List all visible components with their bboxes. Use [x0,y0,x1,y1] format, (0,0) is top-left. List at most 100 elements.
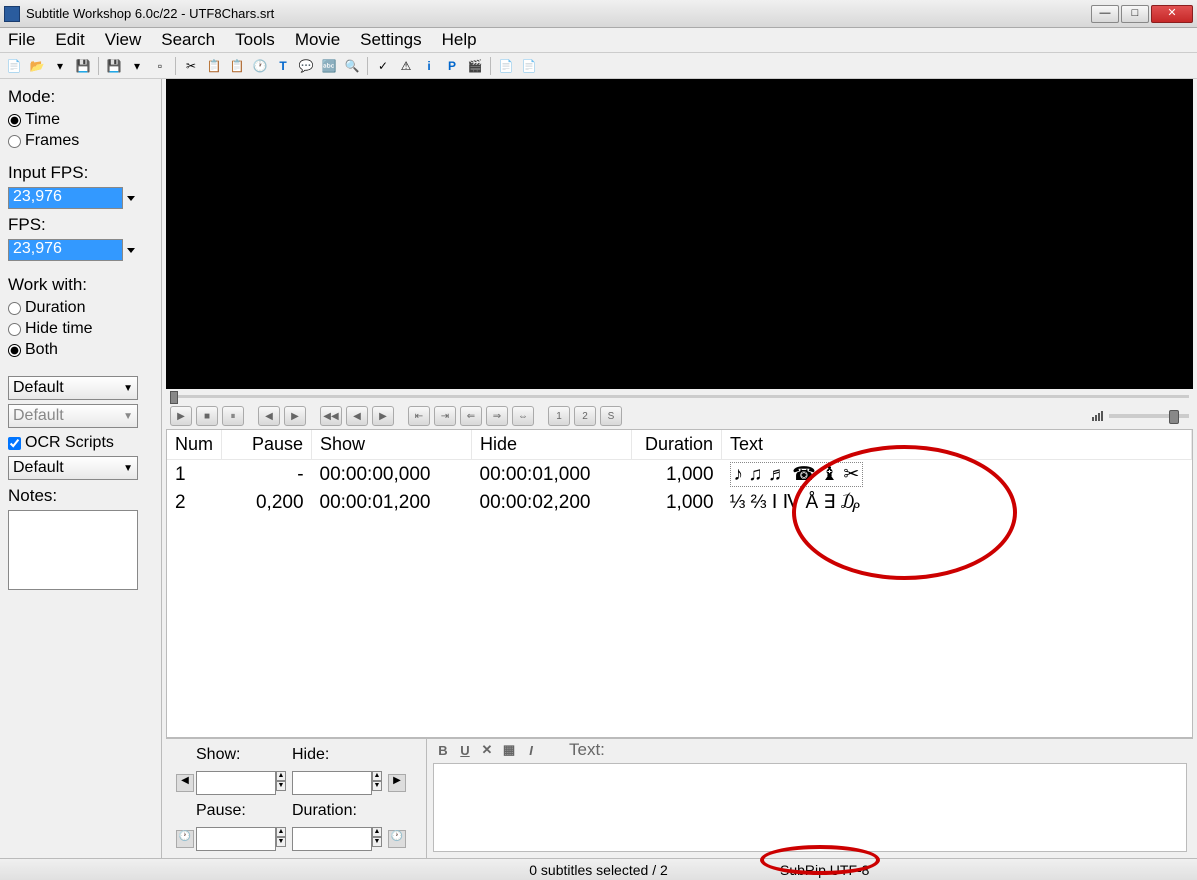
stop-button[interactable]: ■ [196,406,218,426]
col-pause[interactable]: Pause [222,430,312,460]
table-row[interactable]: 1 - 00:00:00,000 00:00:01,000 1,000 ♪ ♫ … [167,460,1192,490]
doc-icon[interactable]: ▫ [150,56,170,76]
pause-button[interactable]: ⏸ [222,406,244,426]
warning-icon[interactable]: ⚠ [396,56,416,76]
hide-spinner[interactable]: ▲▼ [372,771,382,795]
minimize-button[interactable]: — [1091,5,1119,23]
mode-time-radio[interactable]: Time [8,111,153,129]
prev-sub-button[interactable]: ◀ [176,774,194,792]
forward-button[interactable]: ▶ [372,406,394,426]
window-buttons: — □ ✕ [1091,5,1193,23]
video-preview[interactable] [166,79,1193,389]
ocr-combo[interactable]: Default▼ [8,456,138,480]
underline-button[interactable]: U [457,743,473,758]
show-spinner[interactable]: ▲▼ [276,771,286,795]
rewind-button[interactable]: ◀◀ [320,406,342,426]
search-icon[interactable]: 🔍 [342,56,362,76]
paste-icon[interactable]: 📋 [227,56,247,76]
hide-input[interactable] [292,771,372,795]
dropdown-icon[interactable]: ▾ [50,56,70,76]
jump-next-button[interactable]: ⇒ [486,406,508,426]
menu-settings[interactable]: Settings [360,30,421,50]
col-duration[interactable]: Duration [632,430,722,460]
duration-input[interactable] [292,827,372,851]
doc-icon[interactable]: 📄 [519,56,539,76]
dropdown-icon[interactable] [127,196,135,201]
ocr-scripts-checkbox[interactable]: OCR Scripts [8,434,153,452]
dropdown-icon[interactable] [127,248,135,253]
menu-file[interactable]: File [8,30,35,50]
next-sub-button[interactable]: ▶ [388,774,406,792]
subtitle-text-input[interactable] [433,763,1187,852]
bold-button[interactable]: B [435,743,451,758]
cell-num: 2 [167,489,222,516]
col-text[interactable]: Text [722,430,1192,460]
spellcheck-icon[interactable]: ✓ [373,56,393,76]
table-row[interactable]: 2 0,200 00:00:01,200 00:00:02,200 1,000 … [167,489,1192,516]
cell-text: ♪ ♫ ♬ ☎ ♝ ✂ [722,460,1192,490]
subtitle-grid[interactable]: Num Pause Show Hide Duration Text 1 - 00… [166,429,1193,738]
status-format: SubRip UTF-8 [780,862,869,878]
fps-field[interactable]: 23,976 [8,239,123,261]
color-button[interactable]: ▦ [501,742,517,758]
menu-edit[interactable]: Edit [55,30,84,50]
maximize-button[interactable]: □ [1121,5,1149,23]
prev-frame-button[interactable]: ◀ [258,406,280,426]
mode-frames-radio[interactable]: Frames [8,132,153,150]
pascal-icon[interactable]: P [442,56,462,76]
menu-movie[interactable]: Movie [295,30,340,50]
save-as-icon[interactable]: 💾 [104,56,124,76]
jump-prev-button[interactable]: ⇐ [460,406,482,426]
timeline-track[interactable] [170,395,1189,398]
input-fps-field[interactable]: 23,976 [8,187,123,209]
sync-button[interactable]: ⇔ [512,406,534,426]
combo-value: Default [13,379,64,397]
col-num[interactable]: Num [167,430,222,460]
menu-view[interactable]: View [105,30,142,50]
pause-input[interactable] [196,827,276,851]
info-icon[interactable]: i [419,56,439,76]
cut-icon[interactable]: ✂ [181,56,201,76]
set-1-button[interactable]: 1 [548,406,570,426]
chat-icon[interactable]: 💬 [296,56,316,76]
next-frame-button[interactable]: ▶ [284,406,306,426]
new-icon[interactable]: 📄 [4,56,24,76]
mark-out-button[interactable]: ⇥ [434,406,456,426]
set-s-button[interactable]: S [600,406,622,426]
work-both-radio[interactable]: Both [8,341,153,359]
back-button[interactable]: ◀ [346,406,368,426]
col-hide[interactable]: Hide [472,430,632,460]
copy-icon[interactable]: 📋 [204,56,224,76]
default-combo-2[interactable]: Default▼ [8,404,138,428]
translate-icon[interactable]: 🔤 [319,56,339,76]
menu-help[interactable]: Help [442,30,477,50]
pause-spinner[interactable]: ▲▼ [276,827,286,851]
dropdown-icon[interactable]: ▾ [127,56,147,76]
text-icon[interactable]: T [273,56,293,76]
play-button[interactable]: ▶ [170,406,192,426]
italic-button[interactable]: I [523,743,539,758]
clock-icon[interactable]: 🕐 [176,830,194,848]
clear-button[interactable]: ✕ [479,742,495,758]
cell-pause: - [222,460,312,490]
open-icon[interactable]: 📂 [27,56,47,76]
set-2-button[interactable]: 2 [574,406,596,426]
work-hide-radio[interactable]: Hide time [8,320,153,338]
col-show[interactable]: Show [312,430,472,460]
duration-spinner[interactable]: ▲▼ [372,827,382,851]
doc-icon[interactable]: 📄 [496,56,516,76]
save-icon[interactable]: 💾 [73,56,93,76]
mark-in-button[interactable]: ⇤ [408,406,430,426]
default-combo-1[interactable]: Default▼ [8,376,138,400]
work-duration-radio[interactable]: Duration [8,299,153,317]
clock-icon[interactable]: 🕐 [250,56,270,76]
menu-search[interactable]: Search [161,30,215,50]
notes-textarea[interactable] [8,510,138,590]
volume-slider[interactable] [1109,414,1189,418]
show-input[interactable] [196,771,276,795]
timeline[interactable] [162,389,1197,403]
movie-icon[interactable]: 🎬 [465,56,485,76]
close-button[interactable]: ✕ [1151,5,1193,23]
menu-tools[interactable]: Tools [235,30,275,50]
clock-icon[interactable]: 🕐 [388,830,406,848]
